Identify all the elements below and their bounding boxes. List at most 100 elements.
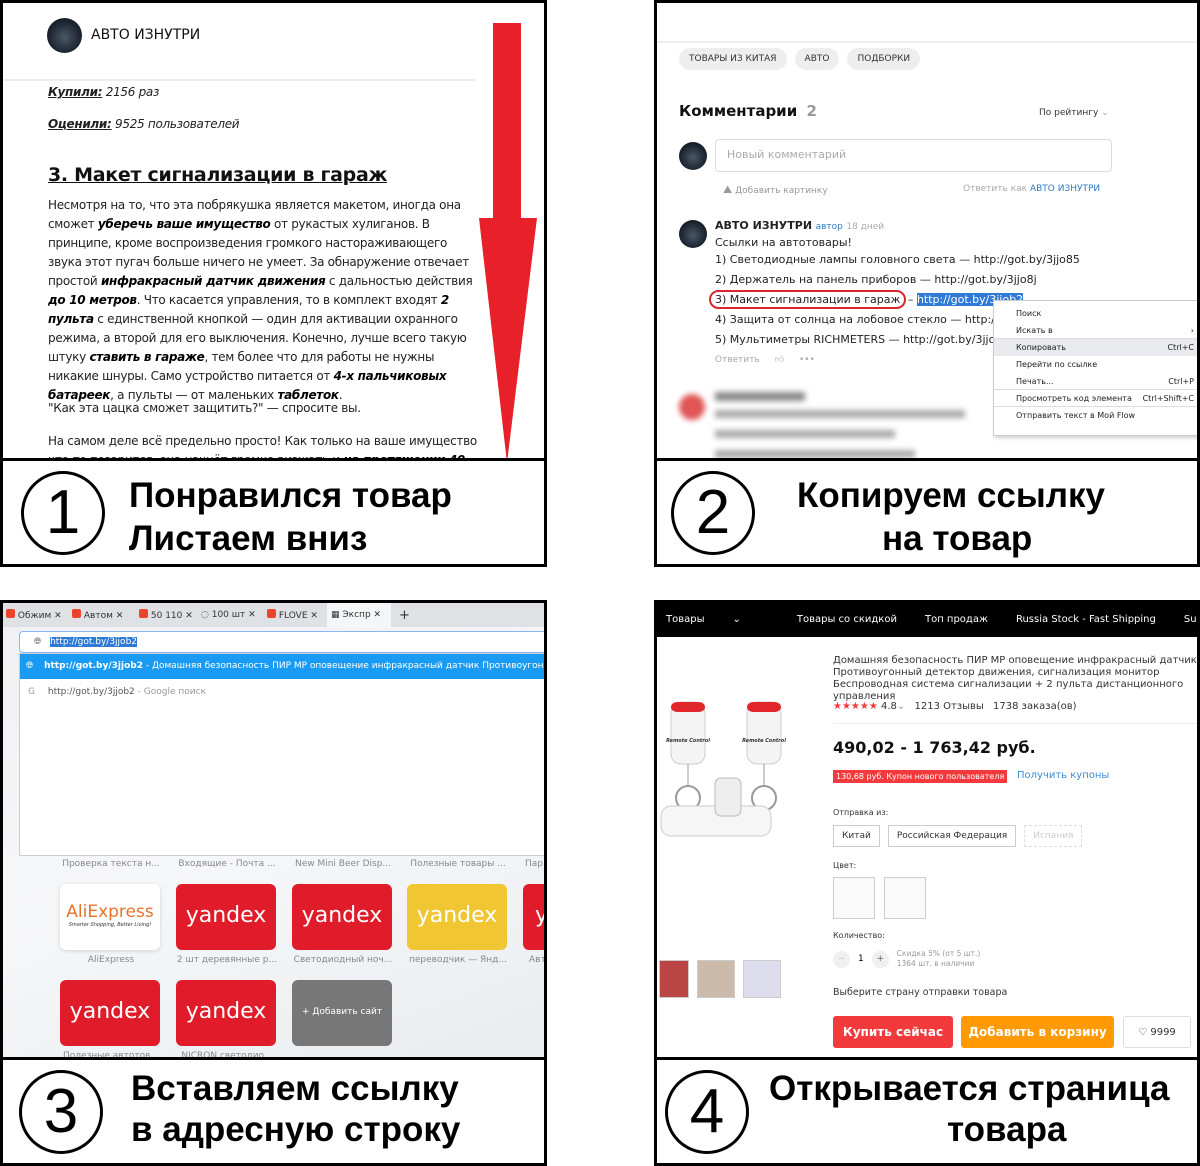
speed-dial-tile[interactable]: yandex	[176, 980, 276, 1046]
like-icon[interactable]: 👍︎	[775, 355, 784, 365]
tag-chip[interactable]: АВТО	[794, 48, 840, 70]
menu-label: Поиск	[1016, 309, 1042, 318]
close-tab-icon[interactable]: ✕	[310, 611, 318, 621]
comment-author[interactable]: АВТО ИЗНУТРИ	[715, 219, 812, 232]
color-option[interactable]	[884, 877, 926, 919]
add-to-cart-button[interactable]: Добавить в корзину	[961, 1016, 1114, 1048]
chevron-down-icon: ⌄	[732, 614, 741, 625]
channel-avatar[interactable]	[47, 18, 82, 53]
tab-title: Обжим	[17, 611, 52, 621]
browser-tab[interactable]: 50 110 ✕	[131, 609, 195, 621]
thumbnail[interactable]	[659, 960, 689, 998]
tag-chip[interactable]: ТОВАРЫ ИЗ КИТАЯ	[679, 48, 787, 70]
comments-title-text: Комментарии	[679, 102, 798, 120]
thumbnail[interactable]	[697, 960, 735, 998]
menu-item-open-link[interactable]: Перейти по ссылке	[994, 356, 1197, 373]
channel-name[interactable]: АВТО ИЗНУТРИ	[91, 27, 200, 43]
menu-item-copy[interactable]: Копировать Ctrl+C	[994, 339, 1197, 356]
buy-now-button[interactable]: Купить сейчас	[833, 1016, 953, 1048]
address-bar[interactable]: 🌐︎ http://got.by/3jjob2	[19, 631, 544, 653]
add-site-button[interactable]: + Добавить сайт	[292, 980, 392, 1046]
speed-dial-tile[interactable]: yandex	[292, 884, 392, 950]
speed-dial-label: Проверка текста н...	[62, 859, 160, 869]
close-tab-icon[interactable]: ✕	[54, 611, 62, 621]
menu-item-print[interactable]: Печать... Ctrl+P	[994, 373, 1197, 390]
browser-tab-active[interactable]: ▦ Экспр ✕	[327, 603, 391, 627]
tag-chip[interactable]: ПОДБОРКИ	[847, 48, 921, 70]
speed-dial-aliexpress[interactable]: AliExpress Smarter Shopping, Better Livi…	[60, 884, 160, 950]
suggestion-item[interactable]: G http://got.by/3jjob2 - Google поиск	[20, 679, 544, 705]
bought-stat: Купили: 2156 раз	[48, 83, 159, 102]
speed-dial-tile[interactable]: y	[523, 884, 544, 950]
stock-info: Скидка 5% (от 5 шт.) 1364 шт. в наличии	[897, 949, 981, 969]
reply-as-name[interactable]: АВТО ИЗНУТРИ	[1030, 184, 1100, 194]
nav-item[interactable]: Russia Stock - Fast Shipping	[1016, 614, 1156, 625]
comment-author-avatar[interactable]	[679, 220, 707, 248]
browser-tab[interactable]: Обжим ✕	[3, 609, 66, 621]
choose-country-hint: Выберите страну отправки товара	[833, 987, 1008, 998]
menu-item-send-flow[interactable]: Отправить текст в Мой Flow	[994, 407, 1197, 424]
close-tab-icon[interactable]: ✕	[248, 610, 256, 620]
text: . Что касается управления, то в комплект…	[136, 293, 441, 307]
browser-tab[interactable]: ◌ 100 шт ✕	[195, 610, 261, 620]
more-icon[interactable]: •••	[799, 355, 815, 365]
wishlist-button[interactable]: ♡ 9999	[1123, 1016, 1191, 1048]
decrement-button[interactable]: −	[833, 950, 850, 968]
ship-option-russia[interactable]: Российская Федерация	[887, 825, 1017, 847]
nav-item[interactable]: Товары со скидкой	[797, 614, 897, 625]
chevron-down-icon: ⌄	[896, 701, 906, 712]
increment-button[interactable]: +	[871, 950, 889, 968]
speed-dial-label: переводчик — Янд...	[409, 955, 507, 965]
add-image-label: Добавить картинку	[735, 186, 828, 196]
close-tab-icon[interactable]: ✕	[374, 610, 382, 620]
mountain-image-icon: ⛰	[723, 183, 733, 196]
speed-dial-tile[interactable]: yandex	[176, 884, 276, 950]
article-paragraph: Несмотря на то, что эта побрякушка являе…	[48, 196, 480, 405]
speed-dial-label: Светодиодный ноч...	[293, 955, 393, 965]
bold-text: до 10 метров	[48, 293, 137, 307]
reply-as: Ответить как АВТО ИЗНУТРИ	[963, 184, 1100, 194]
remote-label: Remote Control	[742, 738, 786, 744]
reply-button[interactable]: Ответить	[715, 355, 760, 365]
browser-tab[interactable]: Автом ✕	[66, 609, 131, 621]
step-number: 4	[665, 1070, 749, 1154]
product-image: Remote Control Remote Control	[660, 701, 786, 837]
nav-item[interactable]: Surveillance Camera	[1184, 614, 1197, 625]
address-text[interactable]: http://got.by/3jjob2	[50, 637, 138, 647]
text: с дальностью действия	[325, 274, 473, 288]
nav-item[interactable]: Топ продаж	[925, 614, 988, 625]
header-divider	[3, 79, 475, 81]
caption-2: 2 Копируем ссылку на товар	[657, 458, 1197, 564]
reviews-count[interactable]: 1213 Отзывы	[915, 701, 984, 712]
suggestion-item-selected[interactable]: 🌐︎ http://got.by/3jjob2 - Домашняя безоп…	[20, 654, 544, 679]
ship-option-china[interactable]: Китай	[833, 825, 880, 847]
speed-dial-tile[interactable]: yandex	[407, 884, 507, 950]
sort-dropdown[interactable]: По рейтингу ⌄	[1039, 108, 1109, 118]
add-image-button[interactable]: ⛰ Добавить картинку	[723, 183, 828, 197]
speed-dial-tile[interactable]: yandex	[60, 980, 160, 1046]
get-coupons-link[interactable]: Получить купоны	[1017, 770, 1109, 781]
close-tab-icon[interactable]: ✕	[185, 611, 193, 621]
nav-item[interactable]: Товары ⌄	[666, 614, 769, 625]
menu-item-inspect[interactable]: Просмотреть код элемента Ctrl+Shift+C	[994, 390, 1197, 407]
browser-screenshot: Обжим ✕ Автом ✕ 50 110 ✕ ◌ 100 шт ✕ FLOV…	[3, 603, 544, 1060]
bold-text: уберечь ваше имущество	[97, 217, 271, 231]
new-tab-button[interactable]: +	[391, 608, 410, 623]
aliexpress-icon	[267, 609, 276, 618]
comment-time: 18 дней	[846, 222, 885, 232]
thumbnail[interactable]	[743, 960, 781, 998]
panel-3: Обжим ✕ Автом ✕ 50 110 ✕ ◌ 100 шт ✕ FLOV…	[0, 600, 547, 1166]
color-option[interactable]	[833, 877, 875, 919]
new-comment-input[interactable]: Новый комментарий	[715, 139, 1112, 172]
bought-value: 2156 раз	[105, 85, 160, 99]
close-tab-icon[interactable]: ✕	[116, 611, 124, 621]
coupon-badge: 130,68 руб. Купон нового пользователя	[833, 770, 1008, 783]
tab-title: 50 110	[150, 611, 183, 621]
menu-item-search[interactable]: Поиск	[994, 305, 1197, 322]
rating-value[interactable]: 4.8	[881, 701, 897, 712]
quantity-value[interactable]: 1	[858, 954, 864, 964]
menu-label: Копировать	[1016, 343, 1066, 352]
menu-item-search-in[interactable]: Искать в ›	[994, 322, 1197, 339]
browser-tab[interactable]: FLOVE ✕	[261, 609, 327, 621]
caption-line-2: на товар	[882, 519, 1033, 558]
